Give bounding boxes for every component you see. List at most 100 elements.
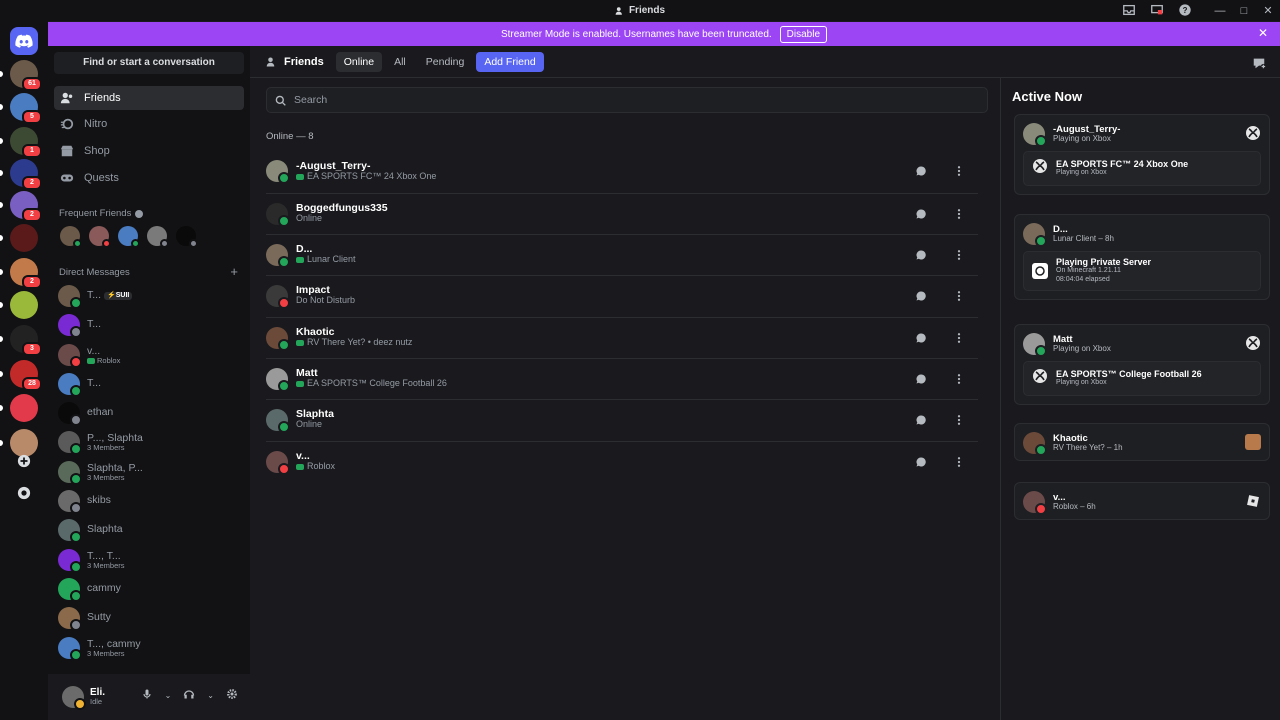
nav-friends[interactable]: Friends xyxy=(54,86,244,110)
active-now-card[interactable]: D... Lunar Client – 8h Playing Private Ser… xyxy=(1014,214,1270,301)
user-avatar[interactable] xyxy=(62,686,86,710)
server-icon[interactable]: 2 xyxy=(10,191,42,222)
friend-row[interactable]: v... Roblox xyxy=(266,441,978,481)
message-icon[interactable] xyxy=(910,368,932,390)
tab-all[interactable]: All xyxy=(386,52,414,72)
info-icon[interactable] xyxy=(135,209,144,218)
server-icon[interactable] xyxy=(10,224,38,252)
server-icon[interactable]: 5 xyxy=(10,93,42,124)
more-options-icon[interactable] xyxy=(948,368,970,390)
more-options-icon[interactable] xyxy=(948,327,970,349)
more-options-icon[interactable] xyxy=(948,160,970,182)
screen-share-icon[interactable] xyxy=(1150,3,1164,17)
active-now-card[interactable]: Khaotic RV There Yet? – 1h xyxy=(1014,423,1270,461)
disable-streamer-mode-button[interactable]: Disable xyxy=(779,25,828,43)
more-options-icon[interactable] xyxy=(948,451,970,473)
activity-subtitle: On Minecraft 1.21.11 xyxy=(1056,267,1121,275)
dm-text: T..., T... 3 Members xyxy=(87,550,125,570)
dm-item[interactable]: Slaphta xyxy=(58,516,244,544)
server-icon[interactable] xyxy=(10,291,38,319)
message-icon[interactable] xyxy=(910,244,932,266)
friend-row[interactable]: Boggedfungus335 Online xyxy=(266,193,978,233)
dm-item[interactable]: skibs xyxy=(58,487,244,515)
dm-item[interactable]: T..., T... 3 Members xyxy=(58,546,244,574)
dm-avatar xyxy=(58,549,82,573)
dm-item[interactable]: T... ⚡SUII xyxy=(58,282,244,310)
find-conversation-button[interactable]: Find or start a conversation xyxy=(54,52,244,74)
server-icon[interactable] xyxy=(10,394,38,422)
friend-row[interactable]: Matt EA SPORTS™ College Football 26 xyxy=(266,358,978,398)
active-now-card[interactable]: Matt Playing on Xbox EA SPORTS™ College Fo… xyxy=(1014,324,1270,405)
server-icon[interactable]: 61 xyxy=(10,60,42,91)
nav-nitro[interactable]: Nitro xyxy=(54,112,244,136)
server-icon[interactable]: 28 xyxy=(10,360,42,391)
activity-title: EA SPORTS™ College Football 26 xyxy=(1056,368,1202,379)
friends-search xyxy=(266,87,988,113)
add-server-icon[interactable] xyxy=(14,451,34,471)
dm-item[interactable]: P..., Slaphta 3 Members xyxy=(58,428,244,456)
friend-actions xyxy=(910,368,970,390)
search-input[interactable] xyxy=(294,94,974,106)
dm-name-row: T..., cammy xyxy=(87,638,141,650)
message-icon[interactable] xyxy=(910,160,932,182)
message-icon[interactable] xyxy=(910,451,932,473)
frequent-friend-avatar[interactable] xyxy=(147,226,169,248)
dm-item[interactable]: T... xyxy=(58,311,244,339)
frequent-friend-avatar[interactable] xyxy=(118,226,140,248)
frequent-friend-avatar[interactable] xyxy=(89,226,111,248)
server-icon[interactable]: 2 xyxy=(10,258,42,289)
active-now-card[interactable]: -August_Terry- Playing on Xbox EA SPORTS F… xyxy=(1014,114,1270,195)
chevron-down-icon[interactable]: ⌄ xyxy=(207,691,214,700)
discover-icon[interactable] xyxy=(14,483,34,503)
friend-row[interactable]: Khaotic RV There Yet? • deez nutz xyxy=(266,317,978,357)
microphone-icon[interactable] xyxy=(141,688,153,703)
dm-item[interactable]: T..., cammy 3 Members xyxy=(58,634,244,662)
dm-name: Slaphta, P... xyxy=(87,461,143,474)
active-now-card[interactable]: v... Roblox – 6h xyxy=(1014,482,1270,520)
dm-item[interactable]: Sutty xyxy=(58,604,244,632)
active-friend-avatar xyxy=(1023,491,1047,515)
headphones-icon[interactable] xyxy=(183,688,195,703)
dm-item[interactable]: v... Roblox xyxy=(58,341,244,369)
friend-row[interactable]: Slaphta Online xyxy=(266,399,978,439)
new-group-dm-icon[interactable] xyxy=(1252,56,1266,70)
dm-avatar xyxy=(58,607,82,631)
frequent-friend-avatar[interactable] xyxy=(176,226,198,248)
nav-shop[interactable]: Shop xyxy=(54,139,244,163)
server-icon[interactable]: 2 xyxy=(10,159,42,190)
message-icon[interactable] xyxy=(910,203,932,225)
dm-item[interactable]: cammy xyxy=(58,575,244,603)
friend-row[interactable]: -August_Terry- EA SPORTS FC™ 24 Xbox One xyxy=(266,151,978,191)
add-friend-button[interactable]: Add Friend xyxy=(476,51,544,72)
message-icon[interactable] xyxy=(910,285,932,307)
dm-name: Slaphta xyxy=(87,523,123,536)
server-icon[interactable]: 3 xyxy=(10,325,42,356)
more-options-icon[interactable] xyxy=(948,203,970,225)
dm-item[interactable]: ethan xyxy=(58,399,244,427)
direct-messages-home-button[interactable] xyxy=(10,27,38,55)
create-dm-icon[interactable]: + xyxy=(230,264,238,279)
inbox-icon[interactable] xyxy=(1122,3,1136,17)
dm-sidebar: Find or start a conversation Friends Nit… xyxy=(48,46,250,720)
nav-quests[interactable]: Quests xyxy=(54,166,244,190)
close-window-icon[interactable]: ✕ xyxy=(1256,4,1280,17)
chevron-down-icon[interactable]: ⌄ xyxy=(165,691,172,700)
message-icon[interactable] xyxy=(910,409,932,431)
settings-gear-icon[interactable] xyxy=(226,688,238,703)
tab-pending[interactable]: Pending xyxy=(418,52,473,72)
frequent-friend-avatar[interactable] xyxy=(60,226,82,248)
more-options-icon[interactable] xyxy=(948,244,970,266)
friend-row[interactable]: D... Lunar Client xyxy=(266,234,978,274)
friend-row[interactable]: Impact Do Not Disturb xyxy=(266,275,978,315)
server-icon[interactable]: 1 xyxy=(10,127,42,158)
help-icon[interactable]: ? xyxy=(1178,3,1192,17)
tab-online[interactable]: Online xyxy=(335,51,383,72)
dm-item[interactable]: T... xyxy=(58,370,244,398)
dm-item[interactable]: Slaphta, P... 3 Members xyxy=(58,458,244,486)
close-banner-icon[interactable]: ✕ xyxy=(1258,26,1268,40)
maximize-icon[interactable]: □ xyxy=(1232,5,1256,17)
more-options-icon[interactable] xyxy=(948,285,970,307)
more-options-icon[interactable] xyxy=(948,409,970,431)
minimize-icon[interactable]: — xyxy=(1208,5,1232,17)
message-icon[interactable] xyxy=(910,327,932,349)
